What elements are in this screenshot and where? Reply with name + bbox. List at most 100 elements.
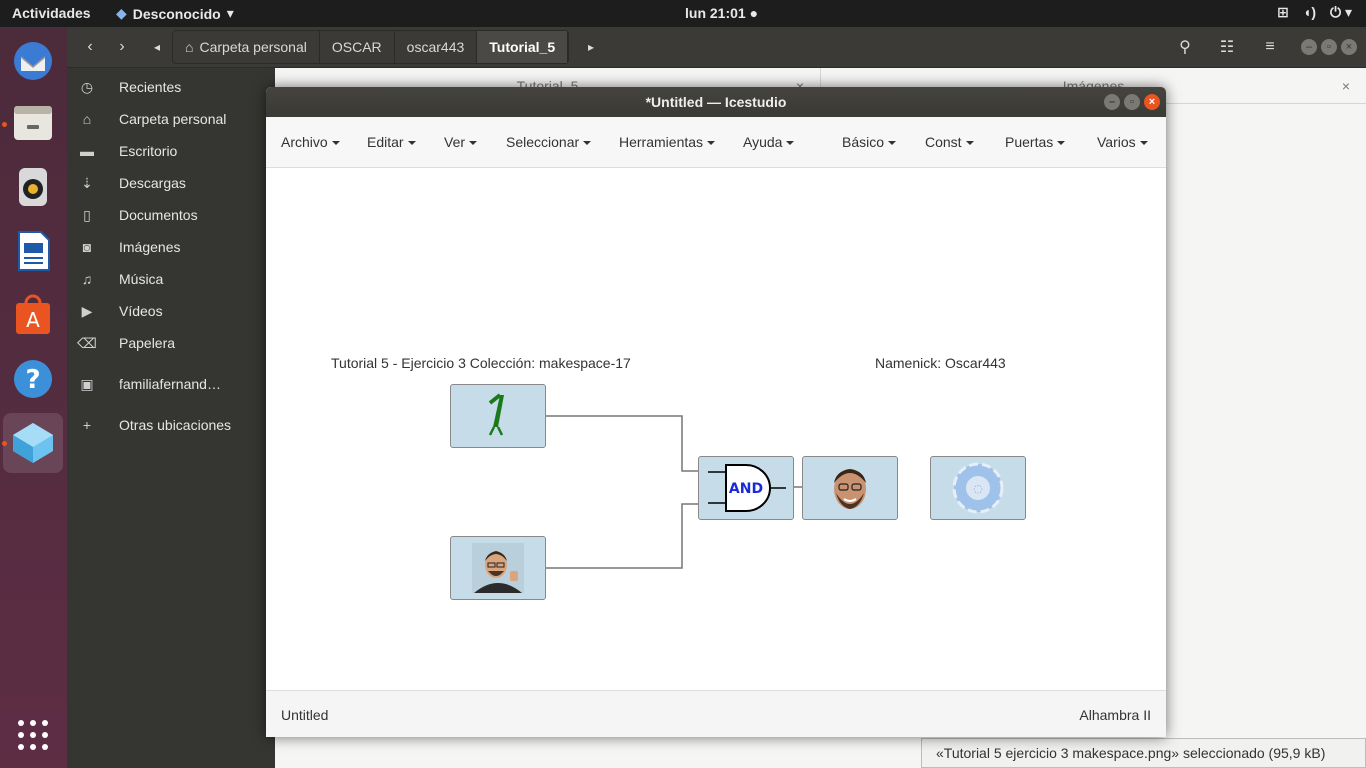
design-canvas[interactable]: Tutorial 5 - Ejercicio 3 Colección: make… xyxy=(266,168,1166,690)
svg-text:◌: ◌ xyxy=(973,482,983,495)
network-icon: ⊞ xyxy=(1277,4,1289,20)
window-titlebar[interactable]: *Untitled — Icestudio – ▫ × xyxy=(266,87,1166,117)
sidebar-item-downloads[interactable]: ⇣ Descargas xyxy=(67,167,275,199)
rhythmbox-icon[interactable] xyxy=(9,163,57,211)
sidebar-item-label: familiafernand… xyxy=(119,376,221,392)
breadcrumb-oscar[interactable]: OSCAR xyxy=(320,31,395,63)
home-icon: ⌂ xyxy=(185,39,194,55)
help-icon[interactable]: ? xyxy=(9,355,57,403)
breadcrumb: ⌂ Carpeta personal OSCAR oscar443 Tutoria… xyxy=(172,30,570,64)
menu-herramientas[interactable]: Herramientas xyxy=(619,134,715,150)
chevron-down-icon: ▾ xyxy=(226,5,234,21)
music-icon: ♫ xyxy=(81,271,93,287)
sidebar-item-recent[interactable]: ◷ Recientes xyxy=(67,71,275,103)
breadcrumb-oscar443[interactable]: oscar443 xyxy=(395,31,478,63)
activities-button[interactable]: Actividades xyxy=(12,5,91,21)
home-icon: ⌂ xyxy=(82,111,92,127)
clock-label: lun 21:01 xyxy=(685,5,746,21)
sidebar-item-documents[interactable]: ▯ Documentos xyxy=(67,199,275,231)
sidebar-item-label: Imágenes xyxy=(119,239,181,255)
running-indicator xyxy=(2,441,7,446)
thunderbird-icon[interactable] xyxy=(9,37,57,85)
board-name[interactable]: Alhambra II xyxy=(1079,707,1151,723)
sidebar-item-desktop[interactable]: ▬ Escritorio xyxy=(67,135,275,167)
close-icon[interactable]: × xyxy=(1342,78,1350,94)
and-gate-icon: AND xyxy=(708,464,786,512)
file-manager-headerbar: ‹ › ◂ ⌂ Carpeta personal OSCAR oscar443 T… xyxy=(67,27,1366,68)
clock-icon: ◷ xyxy=(80,78,94,95)
app-menu-label: Desconocido xyxy=(132,5,221,22)
dock: A ? xyxy=(0,27,67,768)
sidebar-item-label: Papelera xyxy=(119,335,176,351)
menu-icon[interactable]: ≡ xyxy=(1255,32,1285,62)
show-applications-icon[interactable] xyxy=(9,711,57,759)
close-button[interactable]: × xyxy=(1341,39,1357,55)
sidebar-item-other-locations[interactable]: + Otras ubicaciones xyxy=(67,409,275,441)
window-title: *Untitled — Icestudio xyxy=(645,94,787,110)
wire[interactable] xyxy=(546,415,698,472)
minimize-button[interactable]: – xyxy=(1301,39,1317,55)
close-button[interactable]: × xyxy=(1144,94,1160,110)
writer-icon[interactable] xyxy=(9,227,57,275)
menu-ayuda[interactable]: Ayuda xyxy=(743,134,794,150)
photo-input-block[interactable] xyxy=(450,536,546,600)
selection-status: «Tutorial 5 ejercicio 3 makespace.png» s… xyxy=(921,738,1366,768)
breadcrumb-label: OSCAR xyxy=(331,39,382,55)
software-center-icon[interactable]: A xyxy=(9,291,57,339)
menu-editar[interactable]: Editar xyxy=(367,134,416,150)
person-thumbs-up-icon xyxy=(472,543,524,593)
menu-archivo[interactable]: Archivo xyxy=(281,134,340,150)
logo-block[interactable]: ◌ xyxy=(930,456,1026,520)
constant-one-block[interactable] xyxy=(450,384,546,448)
path-scroll-right-button[interactable]: ▸ xyxy=(579,32,603,62)
sidebar-item-label: Descargas xyxy=(119,175,186,191)
selection-status-label: «Tutorial 5 ejercicio 3 makespace.png» s… xyxy=(936,745,1326,761)
back-button[interactable]: ‹ xyxy=(75,32,105,62)
sidebar-item-network-share[interactable]: ▣ familiafernand… xyxy=(67,368,275,400)
document-icon: ▯ xyxy=(83,206,91,223)
person-face-icon xyxy=(834,469,866,509)
wire[interactable] xyxy=(546,503,698,569)
sidebar-item-videos[interactable]: ▶ Vídeos xyxy=(67,295,275,327)
menu-const[interactable]: Const xyxy=(925,134,974,150)
sidebar-item-label: Escritorio xyxy=(119,143,178,159)
and-gate-block[interactable]: AND xyxy=(698,456,794,520)
app-menu[interactable]: ◆ Desconocido ▾ xyxy=(116,5,234,22)
sidebar-item-pictures[interactable]: ◙ Imágenes xyxy=(67,231,275,263)
minimize-button[interactable]: – xyxy=(1104,94,1120,110)
places-sidebar: ◷ Recientes ⌂ Carpeta personal ▬ Escritorio… xyxy=(67,68,275,768)
sidebar-item-label: Recientes xyxy=(119,79,182,95)
app-icon: ◆ xyxy=(116,5,127,21)
files-icon[interactable] xyxy=(9,99,57,147)
path-scroll-left-button[interactable]: ◂ xyxy=(145,32,169,62)
number-one-icon xyxy=(488,393,504,436)
breadcrumb-label: Carpeta personal xyxy=(199,39,307,55)
forward-button[interactable]: › xyxy=(107,32,137,62)
search-icon[interactable]: ⚲ xyxy=(1170,32,1200,62)
menu-seleccionar[interactable]: Seleccionar xyxy=(506,134,591,150)
system-tray[interactable]: ⊞ ◖) ⏻ ▾ xyxy=(1277,4,1352,21)
volume-icon: ◖) xyxy=(1302,4,1316,20)
menubar: Archivo Editar Ver Seleccionar Herramien… xyxy=(266,117,1166,168)
sidebar-item-home[interactable]: ⌂ Carpeta personal xyxy=(67,103,275,135)
menu-ver[interactable]: Ver xyxy=(444,134,477,150)
video-icon: ▶ xyxy=(81,302,93,319)
view-toggle-icon[interactable]: ☷ xyxy=(1212,32,1242,62)
menu-varios[interactable]: Varios xyxy=(1097,134,1148,150)
photo-output-block[interactable] xyxy=(802,456,898,520)
sidebar-item-trash[interactable]: ⌫ Papelera xyxy=(67,327,275,359)
maximize-button[interactable]: ▫ xyxy=(1321,39,1337,55)
menu-basico[interactable]: Básico xyxy=(842,134,896,150)
icestudio-icon[interactable] xyxy=(3,413,63,473)
network-drive-icon: ▣ xyxy=(80,375,94,392)
breadcrumb-home[interactable]: ⌂ Carpeta personal xyxy=(173,31,320,63)
breadcrumb-label: oscar443 xyxy=(406,39,465,55)
clock[interactable]: lun 21:01 ● xyxy=(685,5,758,21)
breadcrumb-tutorial5[interactable]: Tutorial_5 xyxy=(477,31,569,63)
sidebar-item-music[interactable]: ♫ Música xyxy=(67,263,275,295)
menu-puertas[interactable]: Puertas xyxy=(1005,134,1065,150)
plus-icon: + xyxy=(82,417,92,433)
sidebar-item-label: Documentos xyxy=(119,207,198,223)
maximize-button[interactable]: ▫ xyxy=(1124,94,1140,110)
project-name: Untitled xyxy=(281,707,329,723)
